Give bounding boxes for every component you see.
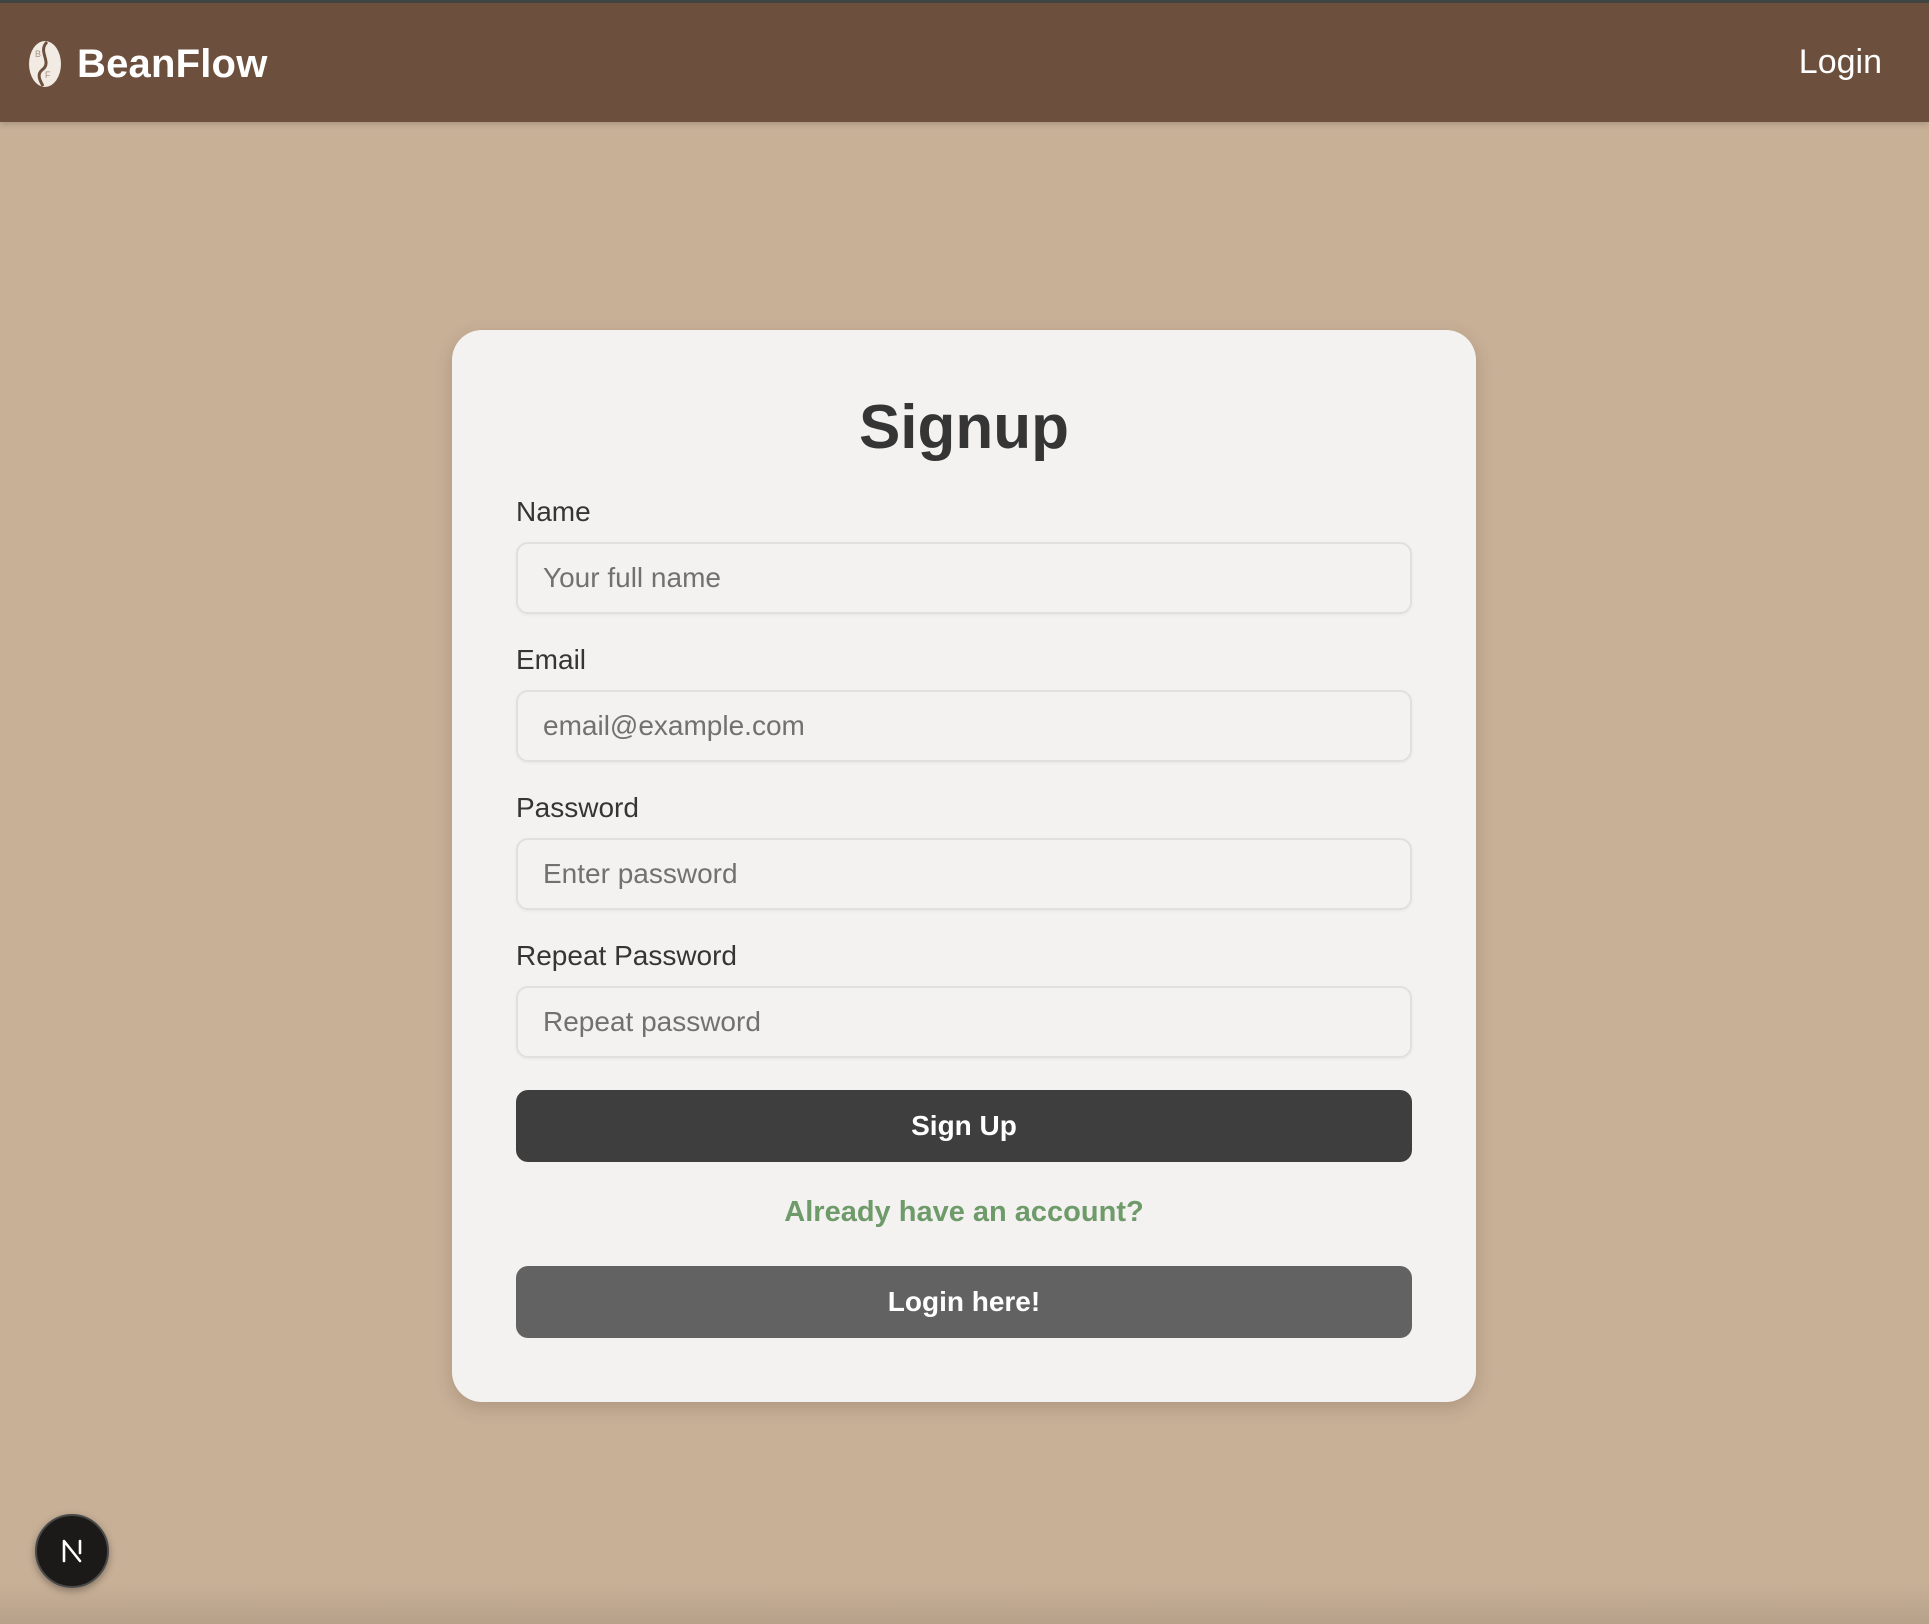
bottom-shadow: [0, 1584, 1929, 1624]
svg-text:F: F: [45, 70, 51, 80]
svg-text:B: B: [35, 49, 41, 59]
already-have-account-link[interactable]: Already have an account?: [452, 1196, 1476, 1229]
nextjs-n-icon: [62, 1539, 82, 1563]
coffee-bean-icon: B F: [29, 40, 61, 87]
name-label: Name: [516, 496, 591, 527]
login-here-button[interactable]: Login here!: [516, 1266, 1412, 1338]
brand-name: BeanFlow: [77, 41, 268, 86]
brand[interactable]: B F BeanFlow: [28, 39, 268, 89]
password-label: Password: [516, 792, 639, 823]
sign-up-button[interactable]: Sign Up: [516, 1090, 1412, 1162]
dev-tools-badge[interactable]: [35, 1514, 109, 1588]
name-input[interactable]: [516, 542, 1412, 614]
nav-login-link[interactable]: Login: [1799, 43, 1882, 82]
email-label: Email: [516, 644, 587, 675]
email-input[interactable]: [516, 690, 1412, 762]
top-navbar: B F BeanFlow Login: [0, 0, 1929, 122]
repeat-password-input[interactable]: [516, 986, 1412, 1058]
signup-card: Signup Name Email Password Repeat Passwo…: [452, 330, 1476, 1402]
password-input[interactable]: [516, 838, 1412, 910]
page-title: Signup: [858, 393, 1070, 462]
repeat-password-label: Repeat Password: [516, 940, 738, 971]
